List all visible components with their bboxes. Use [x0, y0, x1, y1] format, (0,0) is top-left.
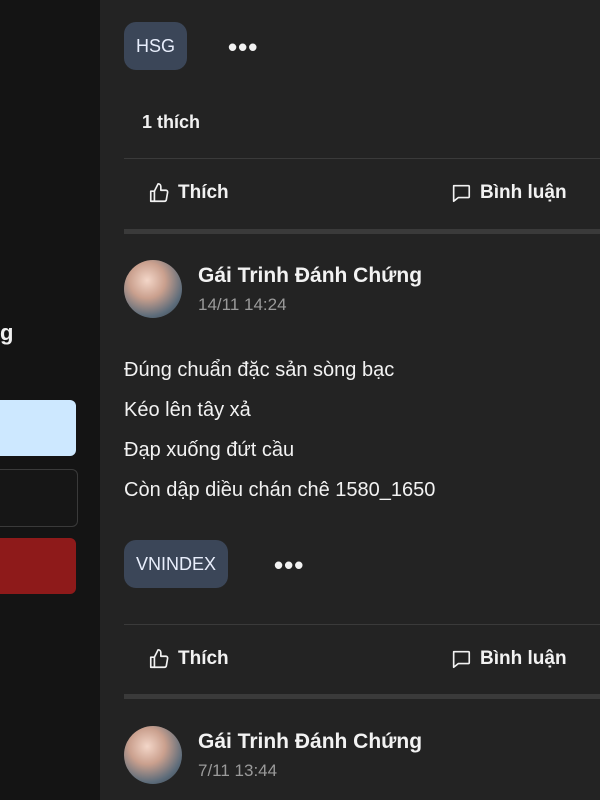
like-button[interactable]: Thích [148, 648, 229, 670]
post-line: Đúng chuẩn đặc sản sòng bạc [124, 359, 395, 381]
author-name[interactable]: Gái Trinh Đánh Chứng [198, 263, 422, 289]
post-separator [124, 229, 600, 234]
divider [124, 158, 600, 159]
sidebar-primary-button[interactable] [0, 400, 76, 456]
post-line: Kéo lên tây xả [124, 399, 251, 421]
sidebar-secondary-button[interactable] [0, 469, 78, 527]
thumbs-up-icon [148, 648, 170, 670]
comment-label: Bình luận [480, 182, 567, 203]
more-dots-icon[interactable]: ••• [228, 34, 258, 60]
post-timestamp: 7/11 13:44 [198, 761, 278, 780]
avatar[interactable] [124, 260, 182, 318]
post-author: Gái Trinh Đánh Chứng 7/11 13:44 [124, 726, 422, 784]
thumbs-up-icon [148, 182, 170, 204]
stock-tag-vnindex[interactable]: VNINDEX [124, 540, 229, 588]
post-feed: HSG ••• 1 thích Thích Bình luận Gái Trin… [100, 0, 600, 800]
comment-button[interactable]: Bình luận [450, 648, 567, 670]
comment-bubble-icon [450, 648, 472, 670]
post-line: Đạp xuống đứt cầu [124, 439, 295, 461]
sidebar-partial-text: g [0, 320, 14, 345]
app-window: g HSG ••• 1 thích Thích Bình luận Gái Tr… [0, 0, 600, 800]
like-button[interactable]: Thích [148, 182, 229, 204]
more-dots-icon[interactable]: ••• [274, 552, 304, 578]
post-author: Gái Trinh Đánh Chứng 14/11 14:24 [124, 260, 422, 318]
post-timestamp: 14/11 14:24 [198, 295, 287, 314]
comment-button[interactable]: Bình luận [450, 182, 567, 204]
post-separator [124, 694, 600, 699]
divider [124, 624, 600, 625]
sidebar: g [0, 0, 101, 800]
author-info: Gái Trinh Đánh Chứng 7/11 13:44 [198, 729, 422, 781]
like-count[interactable]: 1 thích [142, 112, 200, 133]
post-content: Đúng chuẩn đặc sản sòng bạc Kéo lên tây … [124, 350, 584, 510]
like-label: Thích [178, 182, 229, 203]
like-label: Thích [178, 648, 229, 669]
author-info: Gái Trinh Đánh Chứng 14/11 14:24 [198, 263, 422, 315]
stock-tag-hsg[interactable]: HSG [124, 22, 188, 70]
sidebar-danger-button[interactable] [0, 538, 76, 594]
author-name[interactable]: Gái Trinh Đánh Chứng [198, 729, 422, 755]
comment-label: Bình luận [480, 648, 567, 669]
avatar[interactable] [124, 726, 182, 784]
post-line: Còn dập diều chán chê 1580_1650 [124, 479, 436, 501]
comment-bubble-icon [450, 182, 472, 204]
